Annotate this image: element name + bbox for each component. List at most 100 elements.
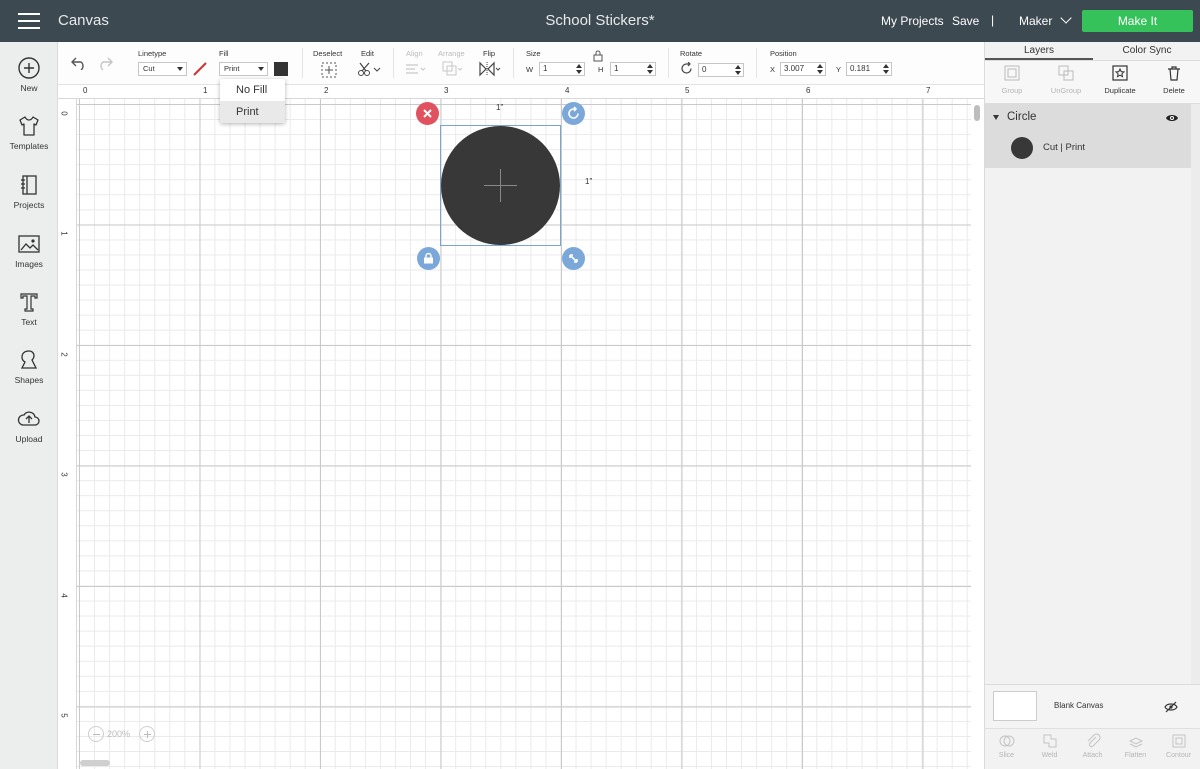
save-button[interactable]: Save xyxy=(952,14,979,28)
redo-icon[interactable] xyxy=(96,56,114,70)
undo-icon[interactable] xyxy=(70,56,88,70)
toolbar-divider xyxy=(756,48,757,78)
lock-ratio-icon[interactable] xyxy=(593,50,603,62)
position-x-input[interactable]: 3.007 xyxy=(780,62,826,76)
fill-option-print[interactable]: Print xyxy=(220,101,285,123)
fill-color-swatch[interactable] xyxy=(274,62,288,76)
ruler-mark: 5 xyxy=(685,86,690,95)
machine-label: Maker xyxy=(1019,14,1053,28)
fill-value: Print xyxy=(224,64,240,73)
scale-handle[interactable] xyxy=(562,247,585,270)
ruler-mark: 2 xyxy=(59,352,69,357)
hamburger-menu-icon[interactable] xyxy=(18,13,40,29)
position-y-input[interactable]: 0.181 xyxy=(846,62,892,76)
sidebar-label: Images xyxy=(15,259,43,269)
flip-icon[interactable] xyxy=(478,61,502,77)
hidden-eye-icon[interactable] xyxy=(1164,701,1178,713)
ruler-mark: 4 xyxy=(565,86,570,95)
duplicate-button[interactable]: Duplicate xyxy=(1093,65,1147,95)
height-stepper[interactable] xyxy=(647,64,653,74)
height-input[interactable]: 1 xyxy=(610,62,656,76)
chevron-down-icon xyxy=(1060,12,1073,24)
layer-name: Circle xyxy=(1007,111,1037,123)
ungroup-button[interactable]: UnGroup xyxy=(1039,65,1093,95)
arrange-label: Arrange xyxy=(438,49,465,58)
flip-label: Flip xyxy=(483,49,496,58)
horizontal-ruler: 0 1 2 3 4 5 6 7 xyxy=(58,85,984,99)
ruler-mark: 5 xyxy=(59,713,69,718)
resize-arrows-icon xyxy=(569,254,578,263)
machine-selector[interactable]: Maker xyxy=(1019,12,1073,28)
width-stepper[interactable] xyxy=(576,64,582,74)
layers-panel: Layers Color Sync Group UnGroup Duplicat… xyxy=(984,42,1200,769)
rotate-value: 0 xyxy=(702,65,707,74)
blank-canvas-label: Blank Canvas xyxy=(1054,701,1104,710)
layers-scroll-track xyxy=(1191,104,1200,726)
lock-handle[interactable] xyxy=(417,247,440,270)
delete-button[interactable]: Delete xyxy=(1147,65,1200,95)
tab-layers[interactable]: Layers xyxy=(985,42,1093,60)
zoom-in-button[interactable] xyxy=(139,726,155,742)
fill-select[interactable]: Print xyxy=(219,62,268,76)
visibility-eye-icon[interactable] xyxy=(1165,113,1179,123)
weld-icon xyxy=(1043,734,1056,748)
flatten-label: Flatten xyxy=(1124,752,1147,759)
group-button[interactable]: Group xyxy=(985,65,1039,95)
sidebar-item-shapes[interactable]: Shapes xyxy=(0,348,58,385)
tab-color-sync[interactable]: Color Sync xyxy=(1093,42,1200,60)
ruler-mark: 0 xyxy=(59,111,69,116)
sidebar-item-upload[interactable]: Upload xyxy=(0,407,58,444)
weld-button[interactable]: Weld xyxy=(1028,733,1071,759)
blank-canvas-row[interactable]: Blank Canvas xyxy=(985,684,1200,728)
contour-button[interactable]: Contour xyxy=(1157,733,1200,759)
contour-icon xyxy=(1172,734,1185,748)
rotate-handle[interactable] xyxy=(562,102,585,125)
height-letter: H xyxy=(598,65,604,74)
sidebar-item-templates[interactable]: Templates xyxy=(0,114,58,151)
fill-option-no-fill[interactable]: No Fill xyxy=(220,79,285,101)
align-icon[interactable] xyxy=(405,63,427,75)
rotate-stepper[interactable] xyxy=(735,65,741,75)
top-bar: Canvas School Stickers* My Projects Save… xyxy=(0,0,1200,42)
flatten-button[interactable]: Flatten xyxy=(1114,733,1157,759)
center-crosshair xyxy=(500,169,501,202)
width-value: 1 xyxy=(543,64,548,73)
edit-scissors-icon[interactable] xyxy=(357,61,381,77)
delete-label: Delete xyxy=(1163,86,1185,95)
expand-caret-icon[interactable] xyxy=(993,115,999,120)
horizontal-scrollbar[interactable] xyxy=(80,760,110,766)
sidebar-item-text[interactable]: Text xyxy=(0,290,58,327)
x-stepper[interactable] xyxy=(817,64,823,74)
linetype-color-swatch[interactable] xyxy=(192,61,208,77)
chevron-down-icon xyxy=(177,67,183,71)
width-input[interactable]: 1 xyxy=(539,62,585,76)
ungroup-label: UnGroup xyxy=(1050,86,1082,95)
linetype-select[interactable]: Cut xyxy=(138,62,187,76)
slice-button[interactable]: Slice xyxy=(985,733,1028,759)
arrange-icon[interactable] xyxy=(442,61,464,77)
close-icon xyxy=(423,109,432,118)
delete-handle[interactable] xyxy=(416,102,439,125)
sidebar-item-new[interactable]: New xyxy=(0,56,58,93)
plus-circle-icon xyxy=(18,57,40,79)
slice-label: Slice xyxy=(998,752,1015,759)
ruler-mark: 6 xyxy=(806,86,811,95)
vertical-scrollbar[interactable] xyxy=(974,105,980,121)
project-title[interactable]: School Stickers* xyxy=(545,12,654,29)
zoom-out-button[interactable] xyxy=(88,726,104,742)
layer-item-circle[interactable]: Circle Cut | Print xyxy=(985,104,1191,168)
ruler-mark: 4 xyxy=(59,593,69,598)
sidebar-label: Templates xyxy=(9,141,49,151)
y-letter: Y xyxy=(836,65,842,74)
y-stepper[interactable] xyxy=(883,64,889,74)
toolbar-divider xyxy=(513,48,514,78)
attach-button[interactable]: Attach xyxy=(1071,733,1114,759)
slice-icon xyxy=(999,735,1014,747)
my-projects-link[interactable]: My Projects xyxy=(881,14,944,28)
make-it-button[interactable]: Make It xyxy=(1082,10,1193,32)
sidebar-item-projects[interactable]: Projects xyxy=(0,173,58,210)
sidebar-item-images[interactable]: Images xyxy=(0,232,58,269)
linetype-value: Cut xyxy=(143,64,155,73)
deselect-icon[interactable] xyxy=(321,62,337,78)
rotate-input[interactable]: 0 xyxy=(698,63,744,77)
